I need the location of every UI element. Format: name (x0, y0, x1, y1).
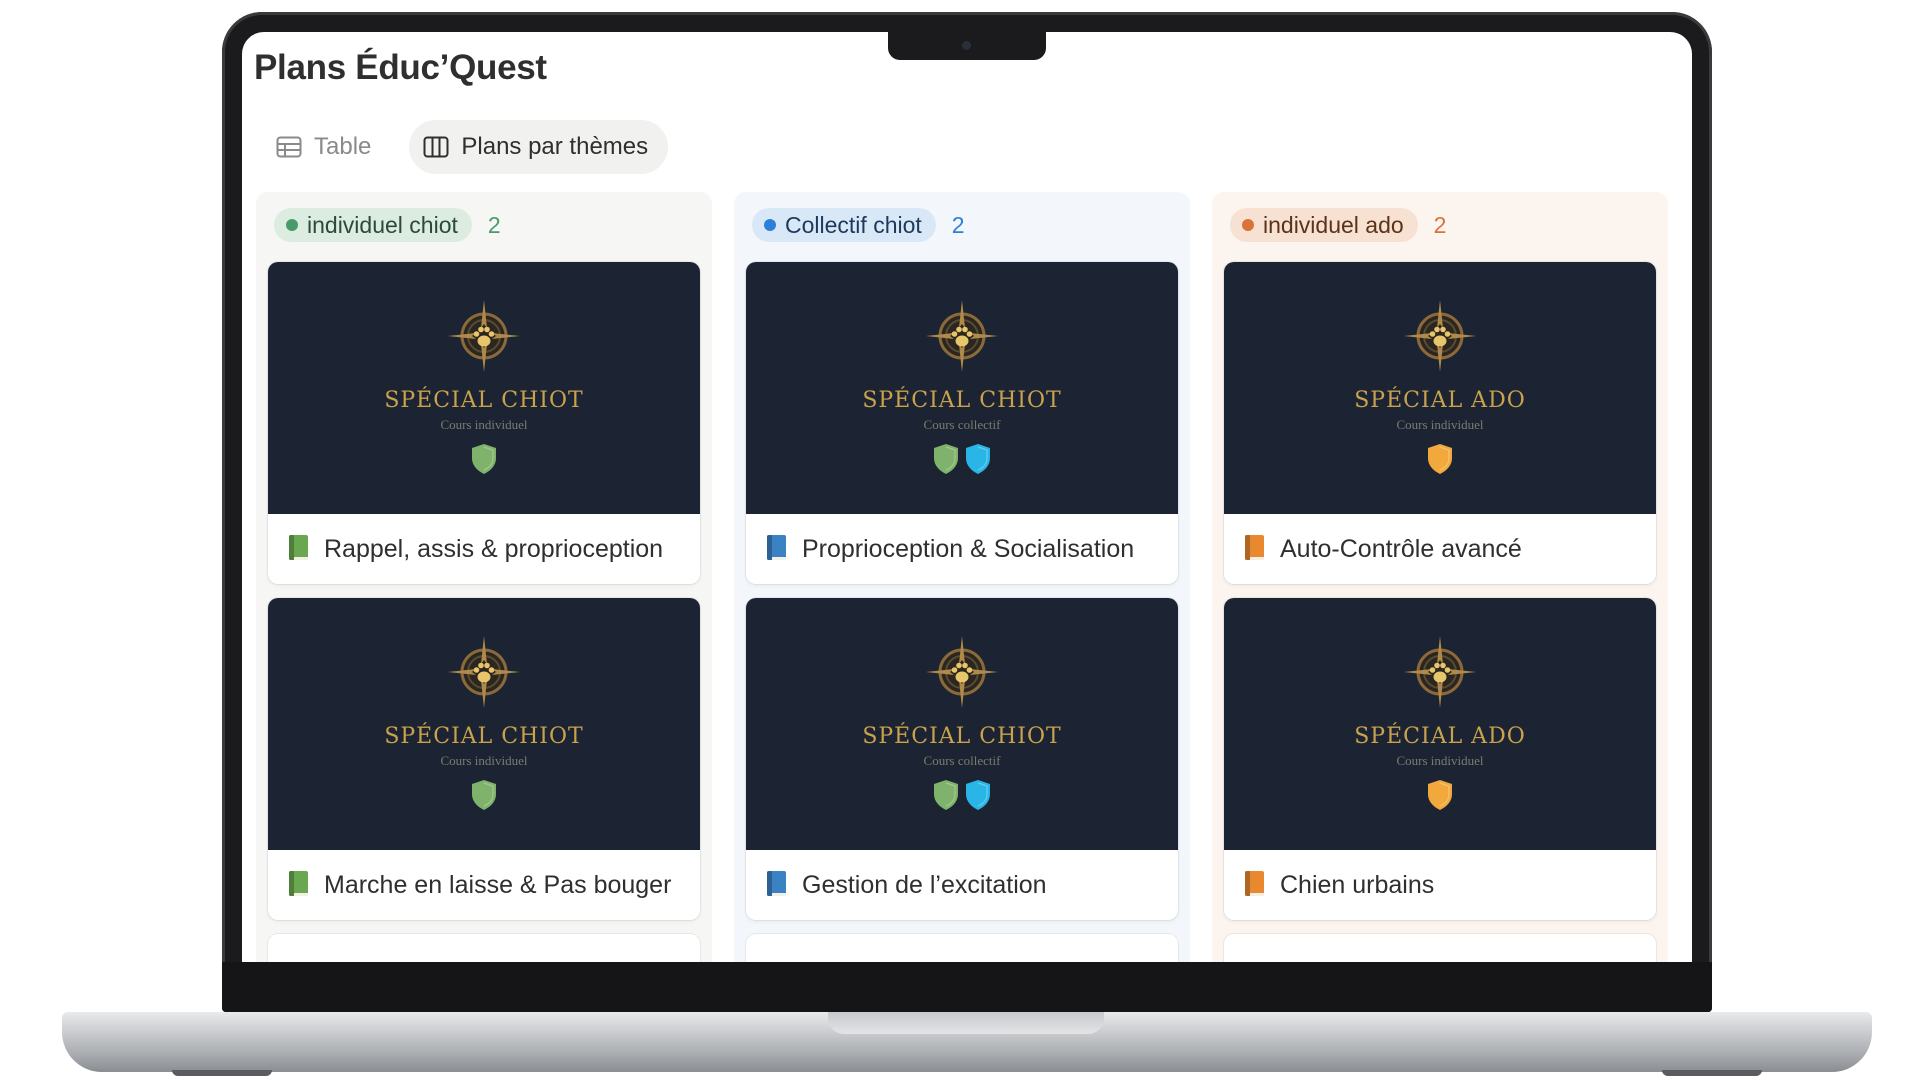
plan-card[interactable]: SPÉCIAL CHIOT Cours collectif Propriocepti… (746, 262, 1178, 584)
card-placeholder (268, 934, 700, 962)
cover-subtitle: Cours collectif (923, 753, 1001, 768)
card-body: Gestion de l’excitation (746, 850, 1178, 920)
shield-badge-icon (472, 780, 496, 810)
shield-badge-icon (472, 444, 496, 474)
tab-table[interactable]: Table (262, 120, 391, 174)
card-title: Gestion de l’excitation (802, 871, 1047, 899)
card-body: Auto-Contrôle avancé (1224, 514, 1656, 584)
shield-badge-icon (934, 780, 958, 810)
card-title: Proprioception & Socialisation (802, 535, 1135, 563)
card-placeholder (1224, 934, 1656, 962)
cover-badges (933, 443, 991, 475)
laptop-bezel-chin (222, 962, 1712, 1012)
paw-compass-emblem-icon (448, 636, 520, 708)
shield-badge-icon (966, 780, 990, 810)
book-icon (767, 871, 786, 896)
group-count: 2 (487, 211, 501, 238)
cover-subtitle: Cours individuel (440, 417, 528, 432)
group-count: 2 (951, 211, 965, 238)
plan-card[interactable]: SPÉCIAL ADO Cours individuel Auto-Contrôle… (1224, 262, 1656, 584)
page-title: Plans Éduc’Quest (254, 48, 547, 87)
column-individuel-chiot: individuel chiot 2 SPÉCIAL CHIOT Cours indi… (256, 192, 712, 962)
card-cover: SPÉCIAL ADO Cours individuel (1224, 262, 1656, 514)
column-individuel-ado: individuel ado 2 SPÉCIAL ADO Cours individu… (1212, 192, 1668, 962)
book-icon (289, 871, 308, 896)
group-tag[interactable]: individuel ado (1230, 208, 1418, 242)
cover-badges (471, 443, 497, 475)
board: individuel chiot 2 SPÉCIAL CHIOT Cours indi… (256, 192, 1668, 962)
card-cover: SPÉCIAL ADO Cours individuel (1224, 598, 1656, 850)
shield-badge-icon (934, 444, 958, 474)
cover-title: SPÉCIAL ADO (1354, 724, 1526, 749)
group-label: individuel chiot (307, 211, 458, 238)
tab-table-label: Table (314, 133, 372, 160)
card-title: Marche en laisse & Pas bouger (324, 871, 672, 899)
card-title: Auto-Contrôle avancé (1280, 535, 1522, 563)
card-cover: SPÉCIAL CHIOT Cours individuel (268, 262, 700, 514)
card-title: Chien urbains (1280, 871, 1435, 899)
laptop-foot (1662, 1070, 1762, 1076)
cover-badges (1427, 443, 1453, 475)
status-dot-icon (764, 219, 776, 231)
status-dot-icon (286, 219, 298, 231)
column-header: individuel chiot 2 (274, 208, 700, 242)
card-body: Marche en laisse & Pas bouger (268, 850, 700, 920)
card-title: Rappel, assis & proprioception (324, 535, 664, 563)
column-collectif-chiot: Collectif chiot 2 SPÉCIAL CHIOT Cours colle… (734, 192, 1190, 962)
cover-subtitle: Cours individuel (1396, 417, 1484, 432)
cover-badges (1427, 779, 1453, 811)
cover-title: SPÉCIAL ADO (1354, 388, 1526, 413)
cover-title: SPÉCIAL CHIOT (384, 388, 584, 413)
paw-compass-emblem-icon (926, 300, 998, 372)
laptop-foot (172, 1070, 272, 1076)
plan-card[interactable]: SPÉCIAL ADO Cours individuel Chien urbains (1224, 598, 1656, 920)
tab-plans-par-themes[interactable]: Plans par thèmes (409, 120, 669, 174)
view-tabs: Table Plans par thèmes (262, 120, 669, 174)
card-placeholder (746, 934, 1178, 962)
card-cover: SPÉCIAL CHIOT Cours collectif (746, 598, 1178, 850)
shield-badge-icon (1428, 444, 1452, 474)
plan-card[interactable]: SPÉCIAL CHIOT Cours collectif Gestion de l… (746, 598, 1178, 920)
status-dot-icon (1242, 219, 1254, 231)
card-body: Chien urbains (1224, 850, 1656, 920)
group-label: individuel ado (1263, 211, 1404, 238)
cover-subtitle: Cours individuel (440, 753, 528, 768)
group-tag[interactable]: Collectif chiot (752, 208, 936, 242)
camera-notch (888, 32, 1046, 60)
cover-title: SPÉCIAL CHIOT (384, 724, 584, 749)
card-cover: SPÉCIAL CHIOT Cours individuel (268, 598, 700, 850)
book-icon (289, 535, 308, 560)
plan-card[interactable]: SPÉCIAL CHIOT Cours individuel Marche en l… (268, 598, 700, 920)
card-body: Proprioception & Socialisation (746, 514, 1178, 584)
cover-title: SPÉCIAL CHIOT (862, 388, 1062, 413)
board-icon (423, 136, 449, 158)
paw-compass-emblem-icon (448, 300, 520, 372)
plan-card[interactable]: SPÉCIAL CHIOT Cours individuel Rappel, ass… (268, 262, 700, 584)
book-icon (767, 535, 786, 560)
table-icon (276, 136, 302, 158)
group-count: 2 (1433, 211, 1447, 238)
tab-plans-label: Plans par thèmes (461, 133, 649, 160)
group-tag[interactable]: individuel chiot (274, 208, 472, 242)
paw-compass-emblem-icon (1404, 300, 1476, 372)
card-cover: SPÉCIAL CHIOT Cours collectif (746, 262, 1178, 514)
laptop-base-notch (828, 1012, 1104, 1034)
group-label: Collectif chiot (785, 211, 922, 238)
card-body: Rappel, assis & proprioception (268, 514, 700, 584)
column-header: individuel ado 2 (1230, 208, 1656, 242)
cover-title: SPÉCIAL CHIOT (862, 724, 1062, 749)
cover-badges (471, 779, 497, 811)
column-header: Collectif chiot 2 (752, 208, 1178, 242)
cover-subtitle: Cours individuel (1396, 753, 1484, 768)
camera-icon (962, 41, 971, 50)
shield-badge-icon (1428, 780, 1452, 810)
cover-badges (933, 779, 991, 811)
screen: Plans Éduc’Quest Table Plans par thèmes … (242, 32, 1692, 962)
book-icon (1245, 535, 1264, 560)
cover-subtitle: Cours collectif (923, 417, 1001, 432)
book-icon (1245, 871, 1264, 896)
paw-compass-emblem-icon (1404, 636, 1476, 708)
shield-badge-icon (966, 444, 990, 474)
paw-compass-emblem-icon (926, 636, 998, 708)
